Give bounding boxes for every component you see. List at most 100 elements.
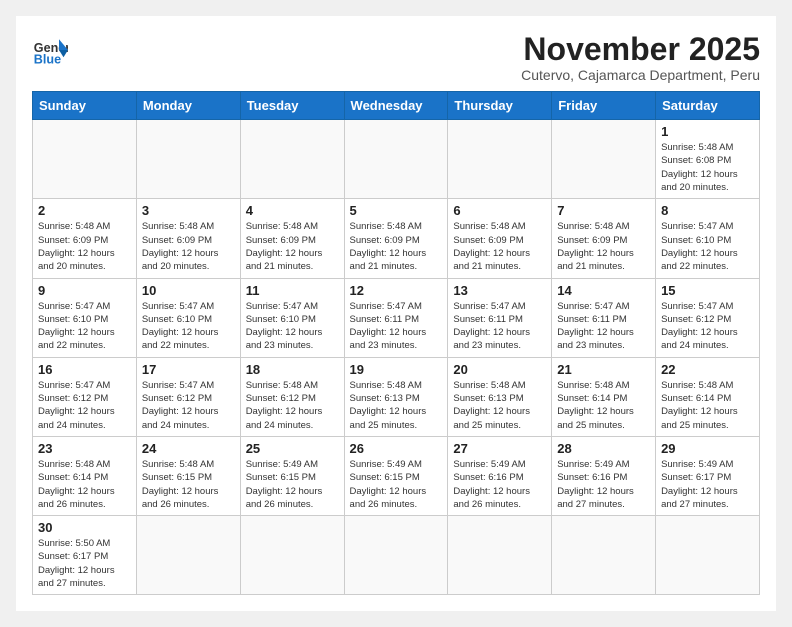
- header-thursday: Thursday: [448, 92, 552, 120]
- day-info: Sunrise: 5:48 AM Sunset: 6:08 PM Dayligh…: [661, 141, 754, 194]
- day-info: Sunrise: 5:47 AM Sunset: 6:10 PM Dayligh…: [661, 220, 754, 273]
- day-number: 3: [142, 203, 235, 218]
- calendar-cell: [448, 120, 552, 199]
- calendar-cell: 27 Sunrise: 5:49 AM Sunset: 6:16 PM Dayli…: [448, 436, 552, 515]
- calendar-cell: 7Sunrise: 5:48 AM Sunset: 6:09 PM Daylig…: [552, 199, 656, 278]
- calendar-cell: 18 Sunrise: 5:48 AM Sunset: 6:12 PM Dayli…: [240, 357, 344, 436]
- day-info: Sunrise: 5:48 AM Sunset: 6:15 PM Dayligh…: [142, 458, 235, 511]
- svg-text:Blue: Blue: [34, 53, 61, 67]
- day-number: 18: [246, 362, 339, 377]
- logo: General Blue: [32, 32, 68, 68]
- day-number: 22: [661, 362, 754, 377]
- week-row-3: 16 Sunrise: 5:47 AM Sunset: 6:12 PM Dayli…: [33, 357, 760, 436]
- calendar-cell: 11 Sunrise: 5:47 AM Sunset: 6:10 PM Dayli…: [240, 278, 344, 357]
- day-info: Sunrise: 5:48 AM Sunset: 6:12 PM Dayligh…: [246, 379, 339, 432]
- day-number: 16: [38, 362, 131, 377]
- day-info: Sunrise: 5:47 AM Sunset: 6:10 PM Dayligh…: [38, 300, 131, 353]
- title-block: November 2025 Cutervo, Cajamarca Departm…: [521, 32, 760, 83]
- day-info: Sunrise: 5:47 AM Sunset: 6:10 PM Dayligh…: [246, 300, 339, 353]
- day-number: 27: [453, 441, 546, 456]
- day-info: Sunrise: 5:48 AM Sunset: 6:14 PM Dayligh…: [38, 458, 131, 511]
- day-info: Sunrise: 5:48 AM Sunset: 6:09 PM Dayligh…: [246, 220, 339, 273]
- calendar-page: General Blue November 2025 Cutervo, Caja…: [16, 16, 776, 611]
- calendar-cell: 29 Sunrise: 5:49 AM Sunset: 6:17 PM Dayli…: [656, 436, 760, 515]
- calendar-cell: 24 Sunrise: 5:48 AM Sunset: 6:15 PM Dayli…: [136, 436, 240, 515]
- calendar-cell: 6 Sunrise: 5:48 AM Sunset: 6:09 PM Daylig…: [448, 199, 552, 278]
- calendar-cell: 25Sunrise: 5:49 AM Sunset: 6:15 PM Dayli…: [240, 436, 344, 515]
- day-number: 11: [246, 283, 339, 298]
- calendar-cell: 13Sunrise: 5:47 AM Sunset: 6:11 PM Dayli…: [448, 278, 552, 357]
- day-number: 1: [661, 124, 754, 139]
- day-info: Sunrise: 5:48 AM Sunset: 6:14 PM Dayligh…: [557, 379, 650, 432]
- month-title: November 2025: [521, 32, 760, 67]
- header-tuesday: Tuesday: [240, 92, 344, 120]
- calendar-cell: [240, 516, 344, 595]
- day-number: 9: [38, 283, 131, 298]
- day-info: Sunrise: 5:47 AM Sunset: 6:11 PM Dayligh…: [453, 300, 546, 353]
- logo-icon: General Blue: [32, 32, 68, 68]
- week-row-1: 2 Sunrise: 5:48 AM Sunset: 6:09 PM Daylig…: [33, 199, 760, 278]
- calendar-cell: [552, 516, 656, 595]
- day-number: 14: [557, 283, 650, 298]
- day-info: Sunrise: 5:47 AM Sunset: 6:10 PM Dayligh…: [142, 300, 235, 353]
- header-friday: Friday: [552, 92, 656, 120]
- day-info: Sunrise: 5:48 AM Sunset: 6:14 PM Dayligh…: [661, 379, 754, 432]
- header: General Blue November 2025 Cutervo, Caja…: [32, 32, 760, 83]
- day-info: Sunrise: 5:47 AM Sunset: 6:12 PM Dayligh…: [38, 379, 131, 432]
- week-row-2: 9 Sunrise: 5:47 AM Sunset: 6:10 PM Daylig…: [33, 278, 760, 357]
- calendar-cell: 5 Sunrise: 5:48 AM Sunset: 6:09 PM Daylig…: [344, 199, 448, 278]
- calendar-cell: [136, 516, 240, 595]
- day-info: Sunrise: 5:48 AM Sunset: 6:09 PM Dayligh…: [453, 220, 546, 273]
- calendar-cell: 16 Sunrise: 5:47 AM Sunset: 6:12 PM Dayli…: [33, 357, 137, 436]
- day-number: 17: [142, 362, 235, 377]
- week-row-5: 30Sunrise: 5:50 AM Sunset: 6:17 PM Dayli…: [33, 516, 760, 595]
- calendar-cell: 15Sunrise: 5:47 AM Sunset: 6:12 PM Dayli…: [656, 278, 760, 357]
- header-monday: Monday: [136, 92, 240, 120]
- day-info: Sunrise: 5:49 AM Sunset: 6:16 PM Dayligh…: [453, 458, 546, 511]
- calendar-cell: 8 Sunrise: 5:47 AM Sunset: 6:10 PM Daylig…: [656, 199, 760, 278]
- day-headers-row: Sunday Monday Tuesday Wednesday Thursday…: [33, 92, 760, 120]
- day-info: Sunrise: 5:49 AM Sunset: 6:15 PM Dayligh…: [246, 458, 339, 511]
- calendar-cell: 26Sunrise: 5:49 AM Sunset: 6:15 PM Dayli…: [344, 436, 448, 515]
- calendar-cell: 19 Sunrise: 5:48 AM Sunset: 6:13 PM Dayli…: [344, 357, 448, 436]
- calendar-cell: 3 Sunrise: 5:48 AM Sunset: 6:09 PM Daylig…: [136, 199, 240, 278]
- day-number: 30: [38, 520, 131, 535]
- calendar-cell: [344, 516, 448, 595]
- day-number: 24: [142, 441, 235, 456]
- day-number: 26: [350, 441, 443, 456]
- calendar-cell: 23Sunrise: 5:48 AM Sunset: 6:14 PM Dayli…: [33, 436, 137, 515]
- day-info: Sunrise: 5:49 AM Sunset: 6:17 PM Dayligh…: [661, 458, 754, 511]
- location-subtitle: Cutervo, Cajamarca Department, Peru: [521, 67, 760, 83]
- day-info: Sunrise: 5:47 AM Sunset: 6:12 PM Dayligh…: [661, 300, 754, 353]
- day-info: Sunrise: 5:47 AM Sunset: 6:12 PM Dayligh…: [142, 379, 235, 432]
- calendar-cell: 14Sunrise: 5:47 AM Sunset: 6:11 PM Dayli…: [552, 278, 656, 357]
- day-number: 5: [350, 203, 443, 218]
- day-number: 7: [557, 203, 650, 218]
- day-number: 4: [246, 203, 339, 218]
- day-number: 2: [38, 203, 131, 218]
- day-info: Sunrise: 5:48 AM Sunset: 6:09 PM Dayligh…: [350, 220, 443, 273]
- day-number: 19: [350, 362, 443, 377]
- day-info: Sunrise: 5:48 AM Sunset: 6:13 PM Dayligh…: [453, 379, 546, 432]
- calendar-cell: [344, 120, 448, 199]
- day-number: 6: [453, 203, 546, 218]
- week-row-0: 1 Sunrise: 5:48 AM Sunset: 6:08 PM Daylig…: [33, 120, 760, 199]
- calendar-cell: [656, 516, 760, 595]
- calendar-cell: 22 Sunrise: 5:48 AM Sunset: 6:14 PM Dayli…: [656, 357, 760, 436]
- day-number: 12: [350, 283, 443, 298]
- day-info: Sunrise: 5:47 AM Sunset: 6:11 PM Dayligh…: [350, 300, 443, 353]
- day-number: 8: [661, 203, 754, 218]
- calendar-cell: 4 Sunrise: 5:48 AM Sunset: 6:09 PM Daylig…: [240, 199, 344, 278]
- calendar-cell: 2Sunrise: 5:48 AM Sunset: 6:09 PM Daylig…: [33, 199, 137, 278]
- day-info: Sunrise: 5:48 AM Sunset: 6:13 PM Dayligh…: [350, 379, 443, 432]
- day-info: Sunrise: 5:48 AM Sunset: 6:09 PM Dayligh…: [142, 220, 235, 273]
- day-number: 29: [661, 441, 754, 456]
- calendar-cell: [448, 516, 552, 595]
- day-info: Sunrise: 5:49 AM Sunset: 6:16 PM Dayligh…: [557, 458, 650, 511]
- calendar-cell: 10 Sunrise: 5:47 AM Sunset: 6:10 PM Dayli…: [136, 278, 240, 357]
- calendar-cell: 20Sunrise: 5:48 AM Sunset: 6:13 PM Dayli…: [448, 357, 552, 436]
- calendar-cell: 17 Sunrise: 5:47 AM Sunset: 6:12 PM Dayli…: [136, 357, 240, 436]
- week-row-4: 23Sunrise: 5:48 AM Sunset: 6:14 PM Dayli…: [33, 436, 760, 515]
- calendar-cell: [240, 120, 344, 199]
- day-number: 10: [142, 283, 235, 298]
